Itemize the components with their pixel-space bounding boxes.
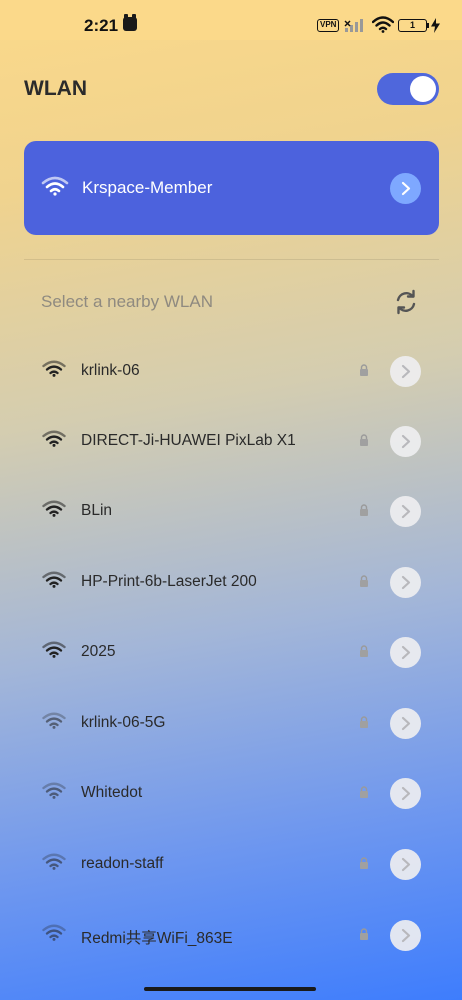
- charging-icon: [431, 18, 440, 38]
- wifi-signal-icon: [42, 500, 66, 522]
- wifi-signal-icon: [42, 571, 66, 593]
- network-details-button[interactable]: [390, 496, 421, 527]
- network-details-button[interactable]: [390, 567, 421, 598]
- cellular-signal-icon: [344, 18, 364, 37]
- network-row[interactable]: Redmi共享WiFi_863E: [24, 905, 439, 967]
- refresh-icon[interactable]: [392, 288, 420, 321]
- status-bar: 2:21 VPN 1: [0, 0, 462, 40]
- lock-icon: [359, 927, 369, 945]
- network-details-button[interactable]: [390, 356, 421, 387]
- network-name: HP-Print-6b-LaserJet 200: [81, 573, 257, 590]
- wifi-status-icon: [371, 16, 395, 38]
- divider: [24, 259, 439, 260]
- network-row[interactable]: 2025: [24, 622, 439, 684]
- network-name: BLin: [81, 502, 113, 519]
- lock-icon: [359, 574, 369, 592]
- page-title: WLAN: [24, 77, 87, 100]
- network-name: krlink-06: [81, 362, 140, 379]
- network-details-button[interactable]: [390, 778, 421, 809]
- network-name: 2025: [81, 643, 116, 660]
- toggle-knob: [410, 76, 436, 102]
- network-name: readon-staff: [81, 855, 164, 872]
- network-details-button[interactable]: [390, 173, 421, 204]
- wifi-signal-icon: [42, 641, 66, 663]
- network-details-button[interactable]: [390, 849, 421, 880]
- wifi-signal-icon: [42, 360, 66, 382]
- network-row[interactable]: HP-Print-6b-LaserJet 200: [24, 552, 439, 614]
- network-details-button[interactable]: [390, 920, 421, 951]
- wifi-signal-icon: [42, 712, 66, 734]
- lock-icon: [359, 363, 369, 381]
- connected-network-card[interactable]: Krspace-Member: [24, 141, 439, 235]
- network-row[interactable]: krlink-06-5G: [24, 693, 439, 755]
- network-name: DIRECT-Ji-HUAWEI PixLab X1: [81, 432, 296, 449]
- lock-icon: [359, 433, 369, 451]
- network-row[interactable]: readon-staff: [24, 834, 439, 896]
- lock-icon: [359, 644, 369, 662]
- network-details-button[interactable]: [390, 637, 421, 668]
- lock-icon: [359, 785, 369, 803]
- wifi-signal-icon: [41, 176, 69, 201]
- battery-tip: [427, 23, 429, 28]
- wifi-signal-icon: [42, 430, 66, 452]
- lock-icon: [359, 715, 369, 733]
- network-row[interactable]: DIRECT-Ji-HUAWEI PixLab X1: [24, 411, 439, 473]
- lock-icon: [359, 856, 369, 874]
- network-name: Whitedot: [81, 784, 143, 801]
- lock-icon: [359, 503, 369, 521]
- vpn-icon: VPN: [317, 19, 340, 32]
- connected-network-name: Krspace-Member: [82, 178, 213, 197]
- network-name: krlink-06-5G: [81, 714, 166, 731]
- wifi-signal-icon: [42, 782, 66, 804]
- network-row[interactable]: Whitedot: [24, 763, 439, 825]
- network-details-button[interactable]: [390, 708, 421, 739]
- network-row[interactable]: BLin: [24, 481, 439, 543]
- home-indicator[interactable]: [144, 987, 316, 991]
- network-name: Redmi共享WiFi_863E: [81, 930, 233, 947]
- wifi-signal-icon: [42, 924, 66, 946]
- network-details-button[interactable]: [390, 426, 421, 457]
- status-time: 2:21: [84, 16, 119, 35]
- wlan-toggle[interactable]: [377, 73, 439, 105]
- network-row[interactable]: krlink-06: [24, 341, 439, 403]
- wifi-signal-icon: [42, 853, 66, 875]
- battery-icon: 1: [398, 19, 427, 32]
- nearby-section-label: Select a nearby WLAN: [41, 292, 213, 311]
- app-notification-icon: [123, 14, 137, 31]
